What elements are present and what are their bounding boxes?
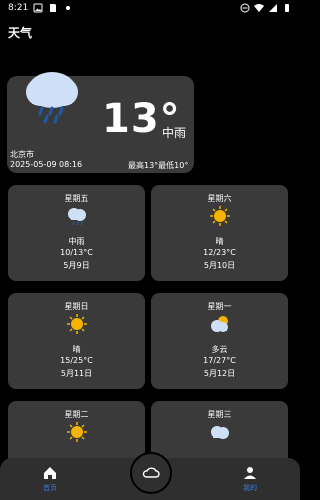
notification-dot-icon bbox=[66, 6, 71, 10]
forecast-range: 10/13°C bbox=[60, 248, 93, 257]
forecast-card-2[interactable]: 星期日 晴 15/25°C 5月11日 bbox=[8, 293, 145, 389]
status-bar: 8:21 bbox=[0, 0, 300, 16]
forecast-day: 星期一 bbox=[207, 302, 232, 311]
battery-icon bbox=[285, 4, 289, 12]
forecast-card-1[interactable]: 星期六 晴 12/23°C 5月10日 bbox=[151, 185, 288, 281]
nav-home[interactable]: 首页 bbox=[20, 466, 80, 493]
nav-mine-label: 我的 bbox=[243, 484, 257, 492]
forecast-range: 12/23°C bbox=[203, 248, 236, 257]
user-icon bbox=[244, 467, 256, 479]
update-datetime: 2025-05-09 08:16 bbox=[10, 160, 83, 169]
status-left: 8:21 bbox=[8, 3, 73, 13]
city-name: 北京市 bbox=[10, 150, 34, 159]
image-icon bbox=[33, 3, 43, 13]
partly-cloudy-icon bbox=[211, 316, 228, 332]
forecast-range: 15/25°C bbox=[60, 356, 93, 365]
app-title: 天气 bbox=[8, 26, 33, 40]
wifi-icon bbox=[254, 4, 264, 12]
forecast-date: 5月12日 bbox=[203, 369, 236, 378]
forecast-date: 5月10日 bbox=[203, 261, 236, 270]
forecast-day: 星期三 bbox=[207, 410, 232, 419]
sun-icon bbox=[67, 314, 87, 334]
forecast-card-0[interactable]: 星期五 中雨 10/13°C 5月9日 bbox=[8, 185, 145, 281]
rain-cloud-icon bbox=[26, 72, 78, 124]
forecast-date: 5月9日 bbox=[63, 261, 90, 270]
weather-fab-button[interactable] bbox=[130, 452, 172, 494]
signal-icon bbox=[269, 4, 277, 12]
forecast-day: 星期日 bbox=[64, 302, 89, 311]
home-icon bbox=[44, 467, 56, 479]
sim-card-icon bbox=[50, 4, 57, 12]
sun-icon bbox=[210, 206, 230, 226]
forecast-day: 星期五 bbox=[64, 194, 89, 203]
cloud-icon bbox=[211, 426, 229, 439]
status-right bbox=[240, 3, 292, 13]
forecast-range: 17/27°C bbox=[203, 356, 236, 365]
cloud-icon bbox=[142, 467, 160, 478]
current-condition: 中雨 bbox=[162, 126, 187, 140]
forecast-desc: 多云 bbox=[211, 345, 228, 354]
nav-mine[interactable]: 我的 bbox=[220, 466, 280, 493]
nav-home-label: 首页 bbox=[43, 484, 57, 492]
rain-cloud-icon bbox=[68, 208, 86, 226]
status-time: 8:21 bbox=[8, 3, 29, 13]
forecast-desc: 中雨 bbox=[68, 237, 85, 246]
high-low: 最高13°最低10° bbox=[128, 161, 189, 170]
sun-icon bbox=[67, 422, 87, 442]
dnd-icon bbox=[240, 3, 250, 13]
forecast-desc: 晴 bbox=[72, 345, 81, 354]
forecast-day: 星期六 bbox=[207, 194, 232, 203]
forecast-card-3[interactable]: 星期一 多云 17/27°C 5月12日 bbox=[151, 293, 288, 389]
forecast-desc: 晴 bbox=[215, 237, 224, 246]
forecast-day: 星期二 bbox=[64, 410, 89, 419]
forecast-date: 5月11日 bbox=[60, 369, 93, 378]
